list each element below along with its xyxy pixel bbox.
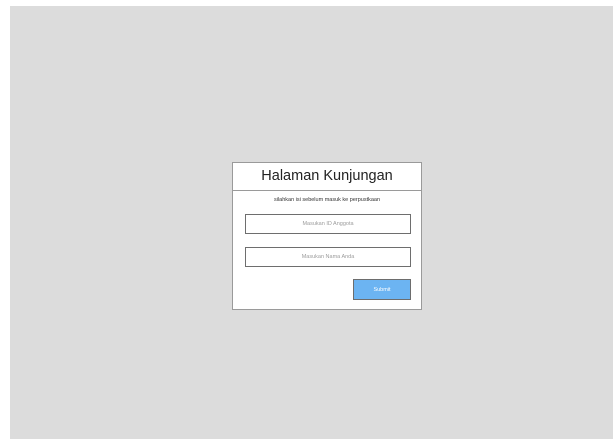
page-background: Halaman Kunjungan silahkan isi sebelum m…	[10, 6, 613, 439]
name-input[interactable]	[245, 247, 411, 267]
member-id-input[interactable]	[245, 214, 411, 234]
visit-form-card: Halaman Kunjungan silahkan isi sebelum m…	[232, 162, 422, 310]
form-subtitle: silahkan isi sebelum masuk ke perpustkaa…	[273, 197, 381, 203]
form-title: Halaman Kunjungan	[233, 163, 421, 191]
submit-button[interactable]: Submit	[353, 279, 411, 300]
